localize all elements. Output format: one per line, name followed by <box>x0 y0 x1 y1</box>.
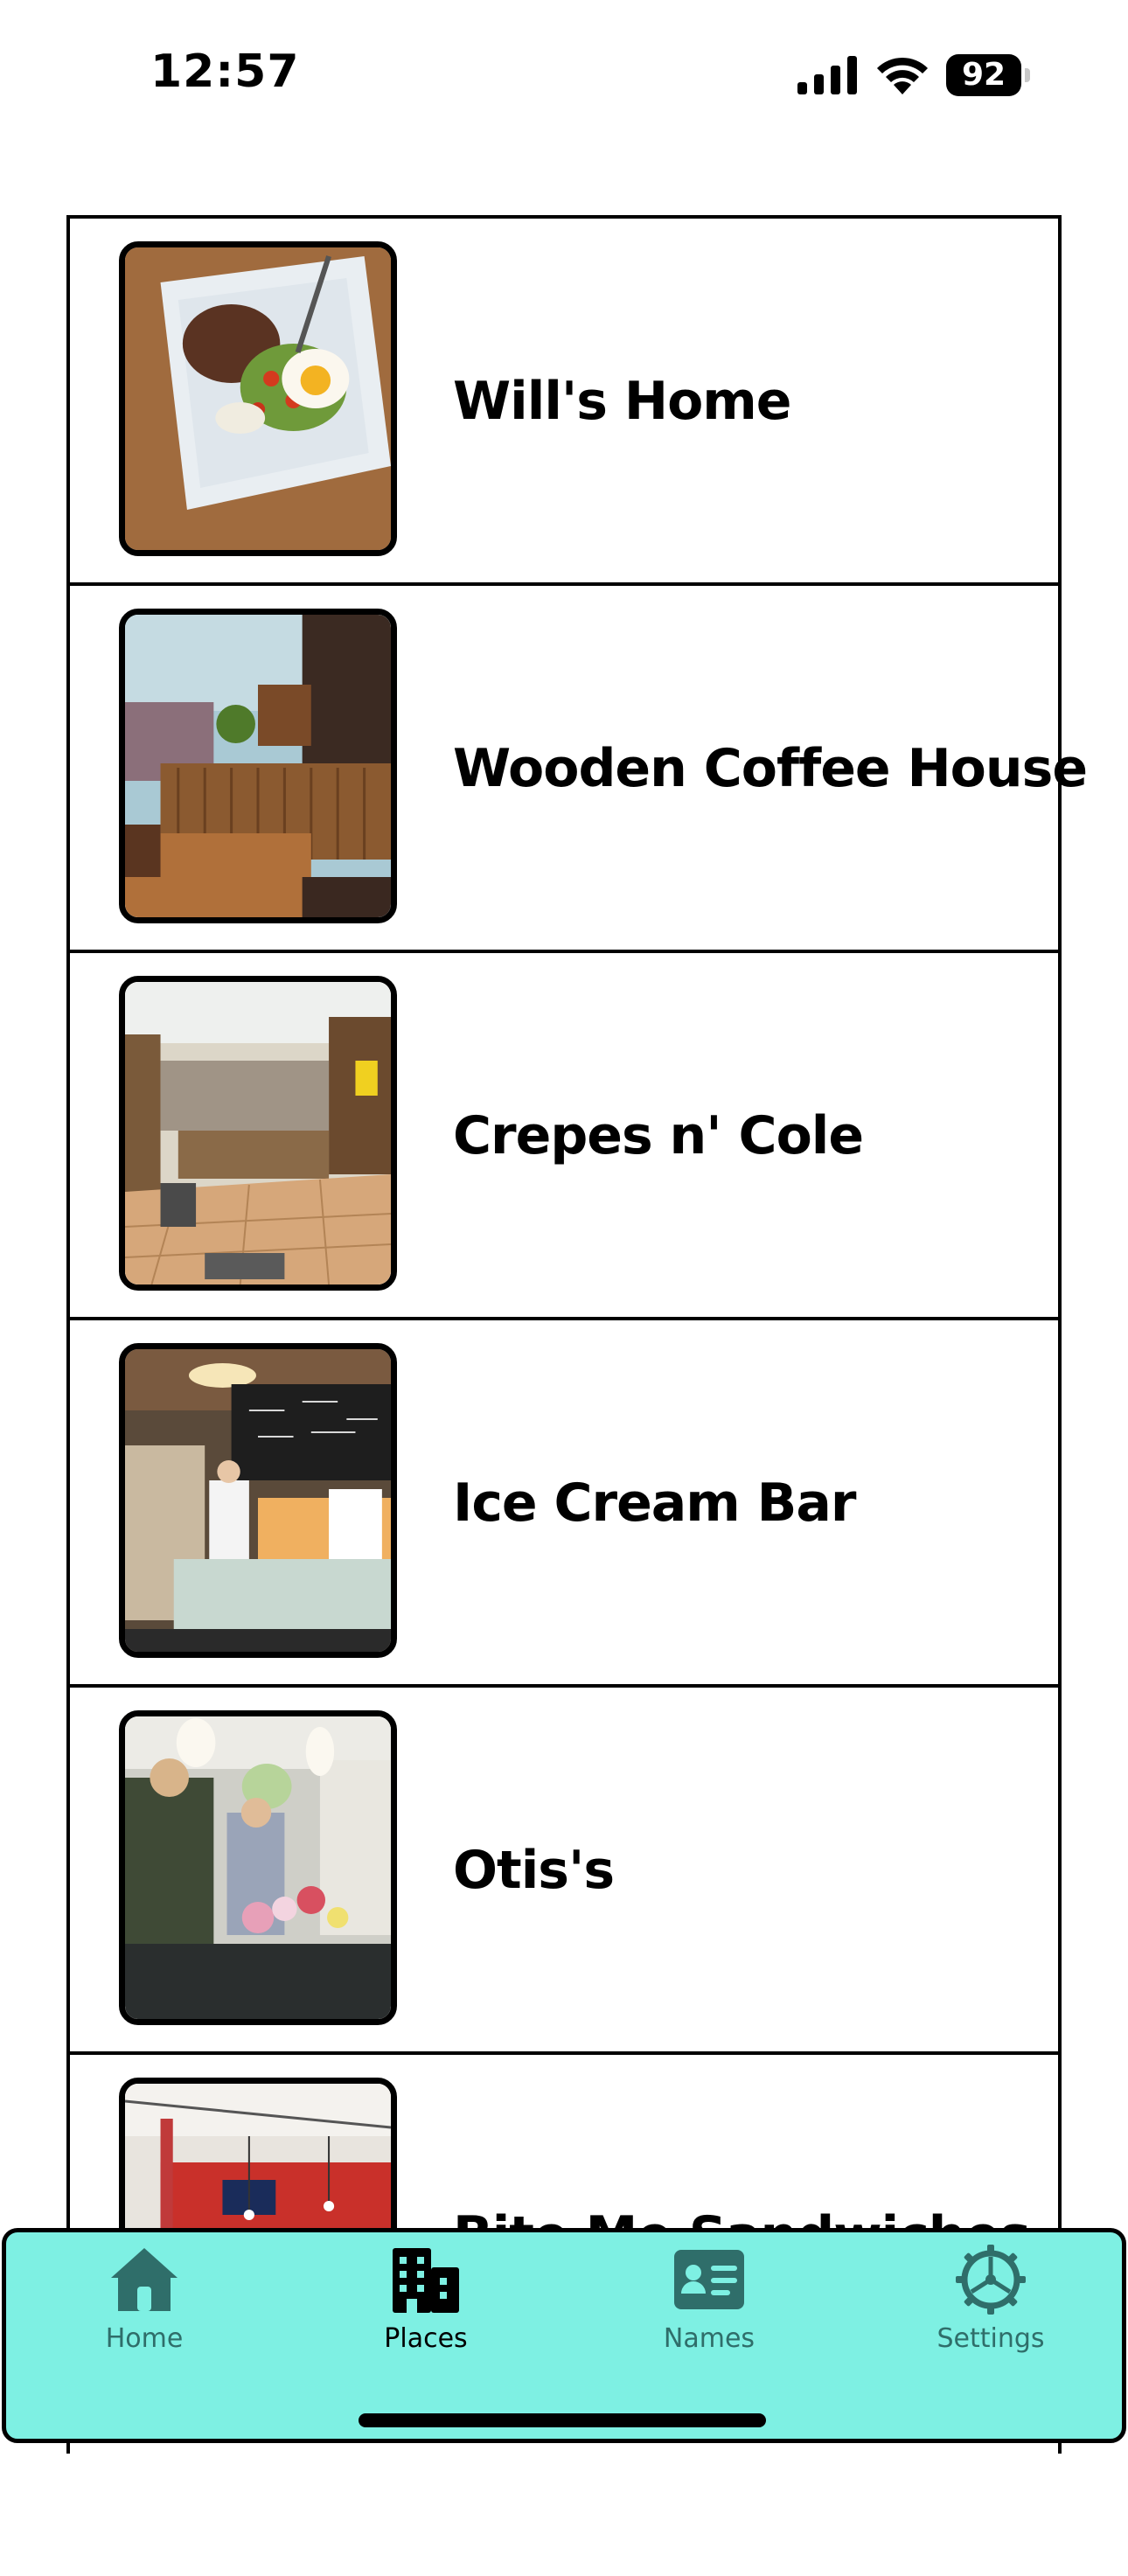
place-name: Crepes n' Cole <box>453 1105 864 1166</box>
cellular-signal-icon <box>797 56 857 94</box>
place-row[interactable]: Otis's <box>70 1684 1058 2051</box>
place-name: Ice Cream Bar <box>453 1472 856 1534</box>
place-photo <box>119 976 397 1291</box>
place-photo <box>119 1343 397 1658</box>
shop-flowers-photo-icon <box>125 1716 391 2019</box>
buildings-icon <box>393 2248 459 2313</box>
place-photo <box>119 241 397 556</box>
wifi-icon <box>877 57 928 94</box>
place-row[interactable]: Ice Cream Bar <box>70 1317 1058 1684</box>
tab-label-home: Home <box>105 2323 184 2354</box>
tab-home[interactable]: Home <box>39 2245 249 2376</box>
tab-bar: Home Places Names Settings <box>2 2228 1126 2443</box>
tab-places[interactable]: Places <box>321 2245 531 2376</box>
place-photo <box>119 1710 397 2025</box>
battery-cap <box>1025 68 1030 82</box>
tab-label-names: Names <box>663 2323 755 2354</box>
plate-photo-icon <box>125 247 391 550</box>
tab-settings[interactable]: Settings <box>886 2245 1096 2376</box>
ice-cream-photo-icon <box>125 1349 391 1652</box>
cafe-interior-photo-icon <box>125 982 391 1285</box>
place-name: Otis's <box>453 1840 615 1901</box>
tab-label-places: Places <box>384 2323 468 2354</box>
status-bar: 12:57 92 <box>0 0 1128 149</box>
status-time: 12:57 <box>150 45 300 98</box>
house-icon <box>111 2248 178 2311</box>
place-photo <box>119 609 397 923</box>
place-name: Will's Home <box>453 371 791 432</box>
place-row[interactable]: Wooden Coffee House <box>70 582 1088 950</box>
tab-label-settings: Settings <box>937 2323 1045 2354</box>
places-list[interactable]: Will's Home Wooden Coffee House Crepes n… <box>66 215 1088 2454</box>
battery-level: 92 <box>946 54 1021 96</box>
tab-names[interactable]: Names <box>604 2245 814 2376</box>
battery-indicator: 92 <box>946 54 1030 96</box>
place-row[interactable]: Will's Home <box>70 215 1058 582</box>
place-name: Wooden Coffee House <box>453 738 1088 799</box>
gear-icon <box>956 2245 1026 2315</box>
cafe-photo-icon <box>125 615 391 917</box>
place-row[interactable]: Crepes n' Cole <box>70 950 1058 1317</box>
home-indicator[interactable] <box>359 2413 766 2427</box>
contact-card-icon <box>674 2250 744 2309</box>
